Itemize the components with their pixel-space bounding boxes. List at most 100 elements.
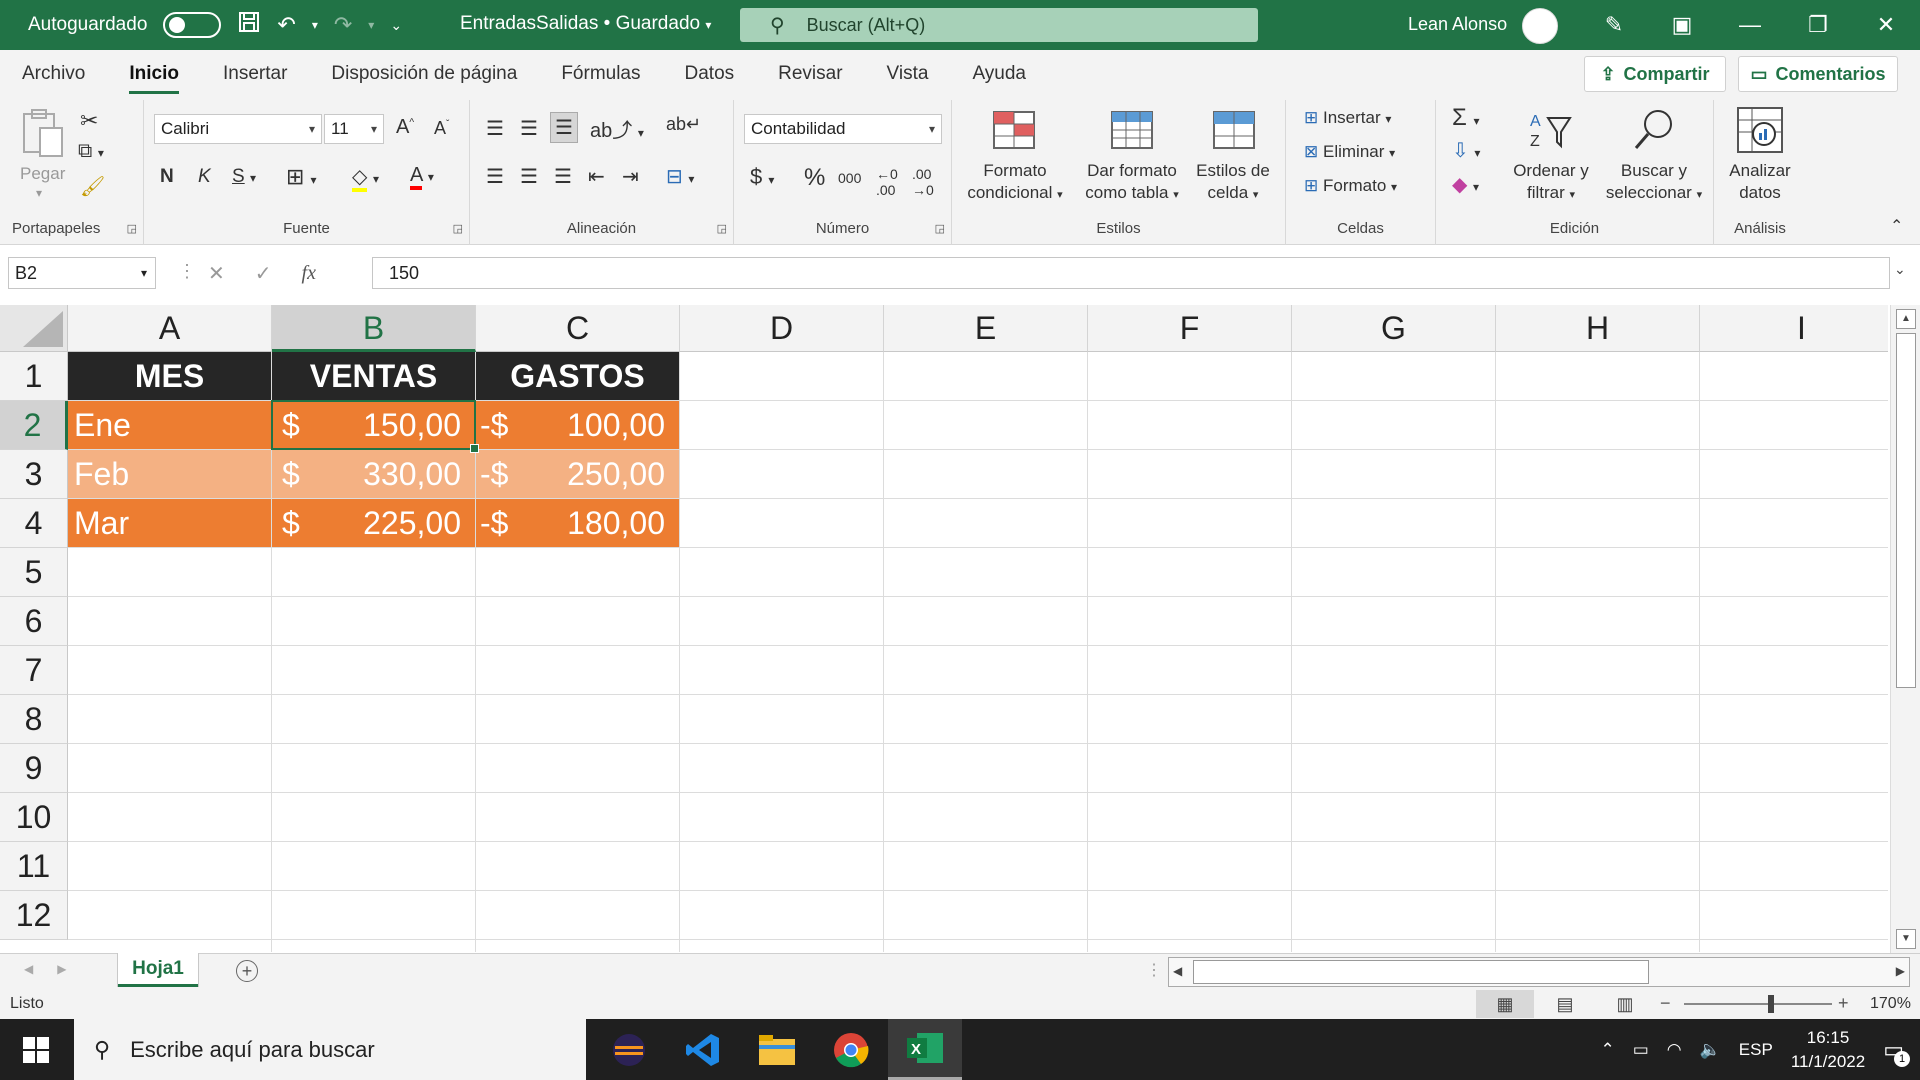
clipboard-launcher-icon[interactable]: ◲ (127, 222, 137, 235)
wrap-text-icon[interactable]: ab↵ (666, 114, 701, 135)
tab-inicio[interactable]: Inicio (107, 50, 201, 100)
increase-font-icon[interactable]: A^ (396, 116, 414, 139)
delete-cells-button[interactable]: ⊠ Eliminar ▾ (1304, 142, 1395, 162)
column-header-a[interactable]: A (68, 305, 272, 352)
format-as-table-button[interactable]: Dar formato como tabla ▾ (1080, 106, 1184, 216)
insert-cells-button[interactable]: ⊞ Insertar ▾ (1304, 108, 1391, 128)
vertical-scroll-thumb[interactable] (1896, 333, 1916, 688)
volume-icon[interactable]: 🔈 (1700, 1040, 1721, 1060)
find-select-button[interactable]: Buscar y seleccionar ▾ (1600, 106, 1708, 216)
scroll-down-icon[interactable]: ▼ (1896, 929, 1916, 949)
format-cells-button[interactable]: ⊞ Formato ▾ (1304, 176, 1397, 196)
align-right-icon[interactable]: ☰ (554, 164, 572, 189)
cell-a2[interactable]: Ene (68, 401, 272, 450)
horizontal-scroll-thumb[interactable] (1193, 960, 1649, 984)
cell-a3[interactable]: Feb (68, 450, 272, 499)
sort-filter-button[interactable]: AZ Ordenar y filtrar ▾ (1506, 106, 1596, 216)
comments-button[interactable]: ▭ Comentarios (1738, 56, 1898, 92)
column-header-c[interactable]: C (476, 305, 680, 352)
zoom-in-icon[interactable]: + (1838, 993, 1849, 1014)
horizontal-scrollbar[interactable]: ◀ ▶ (1168, 957, 1910, 987)
decrease-font-icon[interactable]: Aˇ (434, 118, 449, 139)
tab-vista[interactable]: Vista (865, 50, 951, 100)
search-box[interactable]: ⚲ Buscar (Alt+Q) (740, 8, 1258, 42)
row-header-1[interactable]: 1 (0, 352, 68, 401)
tab-insertar[interactable]: Insertar (201, 50, 309, 100)
cut-icon[interactable]: ✂ (80, 108, 98, 134)
fill-icon[interactable]: ⇩ ▾ (1452, 138, 1480, 163)
undo-dropdown-icon[interactable]: ▾ (312, 18, 318, 32)
scroll-left-icon[interactable]: ◀ (1173, 964, 1182, 978)
column-header-i[interactable]: I (1700, 305, 1888, 352)
tab-ayuda[interactable]: Ayuda (950, 50, 1048, 100)
zoom-slider-thumb[interactable] (1768, 995, 1774, 1013)
cell-b4[interactable]: $225,00 (272, 499, 476, 548)
zoom-slider[interactable] (1684, 1003, 1832, 1005)
borders-icon[interactable]: ⊞ ▾ (286, 164, 317, 190)
cell-c1[interactable]: GASTOS (476, 352, 680, 401)
collapse-ribbon-icon[interactable]: ⌃ (1890, 216, 1903, 236)
number-launcher-icon[interactable]: ◲ (935, 222, 945, 235)
increase-decimal-icon[interactable]: ←0.00 (876, 166, 898, 198)
share-button[interactable]: ⇪ Compartir (1584, 56, 1726, 92)
taskbar-search[interactable]: ⚲ Escribe aquí para buscar (74, 1019, 586, 1080)
redo-dropdown-icon[interactable]: ▾ (368, 18, 374, 32)
format-painter-icon[interactable]: 🖌 (80, 174, 105, 199)
zoom-out-icon[interactable]: − (1660, 993, 1671, 1014)
row-header-5[interactable]: 5 (0, 548, 68, 597)
formula-input[interactable]: 150 (372, 257, 1890, 289)
file-explorer-app-icon[interactable] (740, 1019, 814, 1080)
align-center-icon[interactable]: ☰ (520, 164, 538, 189)
eclipse-app-icon[interactable] (592, 1019, 666, 1080)
vertical-scrollbar[interactable]: ▲ ▼ (1890, 305, 1920, 953)
row-header-9[interactable]: 9 (0, 744, 68, 793)
cell-c4[interactable]: -$ 180,00 (476, 499, 680, 548)
column-header-h[interactable]: H (1496, 305, 1700, 352)
column-header-b[interactable]: B (272, 305, 476, 352)
row-header-12[interactable]: 12 (0, 891, 68, 940)
decrease-decimal-icon[interactable]: .00 →0 (912, 166, 934, 198)
sheet-prev-icon[interactable]: ◀ (24, 962, 33, 976)
autosave-toggle[interactable] (163, 12, 222, 38)
cell-b1[interactable]: VENTAS (272, 352, 476, 401)
user-name[interactable]: Lean Alonso (1408, 14, 1507, 35)
tab-splitter-icon[interactable]: ⋮ (1146, 960, 1162, 980)
thousands-button[interactable]: 000 (838, 170, 861, 186)
cell-styles-button[interactable]: Estilos de celda ▾ (1188, 106, 1278, 216)
merge-center-icon[interactable]: ⊟ ▾ (666, 164, 694, 189)
select-all-button[interactable] (0, 305, 68, 352)
row-header-11[interactable]: 11 (0, 842, 68, 891)
decrease-indent-icon[interactable]: ⇤ (588, 164, 605, 189)
zoom-level[interactable]: 170% (1870, 995, 1911, 1013)
row-header-10[interactable]: 10 (0, 793, 68, 842)
close-icon[interactable]: ✕ (1852, 12, 1920, 38)
cell-c3[interactable]: -$ 250,00 (476, 450, 680, 499)
sheet-tab-hoja1[interactable]: Hoja1 (118, 953, 198, 987)
orientation-icon[interactable]: ab⤴ ▾ (590, 114, 644, 143)
row-header-2[interactable]: 2 (0, 401, 68, 450)
page-layout-view-icon[interactable]: ▤ (1536, 990, 1594, 1018)
redo-icon[interactable]: ↷ (334, 12, 352, 38)
language-indicator[interactable]: ESP (1739, 1040, 1773, 1060)
save-icon[interactable] (237, 10, 261, 40)
minimize-icon[interactable]: — (1716, 12, 1784, 38)
excel-app-icon[interactable]: X (888, 1019, 962, 1080)
cell-b3[interactable]: $330,00 (272, 450, 476, 499)
cell-a1[interactable]: MES (68, 352, 272, 401)
pen-icon[interactable]: ✎ (1580, 12, 1648, 38)
tab-disposicion[interactable]: Disposición de página (309, 50, 539, 100)
row-header-8[interactable]: 8 (0, 695, 68, 744)
underline-button[interactable]: S ▾ (232, 166, 256, 188)
row-header-7[interactable]: 7 (0, 646, 68, 695)
add-sheet-icon[interactable]: + (236, 960, 258, 982)
align-top-icon[interactable]: ☰ (486, 116, 504, 141)
cell-c2[interactable]: -$ 100,00 (476, 401, 680, 450)
analyze-data-button[interactable]: Analizar datos (1716, 106, 1804, 216)
ribbon-display-icon[interactable]: ▣ (1648, 12, 1716, 38)
page-break-view-icon[interactable]: ▥ (1596, 990, 1654, 1018)
italic-button[interactable]: K (198, 166, 211, 188)
insert-function-icon[interactable]: fx (302, 262, 316, 285)
font-launcher-icon[interactable]: ◲ (453, 222, 463, 235)
sheet-next-icon[interactable]: ▶ (57, 962, 66, 976)
vscode-app-icon[interactable] (666, 1019, 740, 1080)
